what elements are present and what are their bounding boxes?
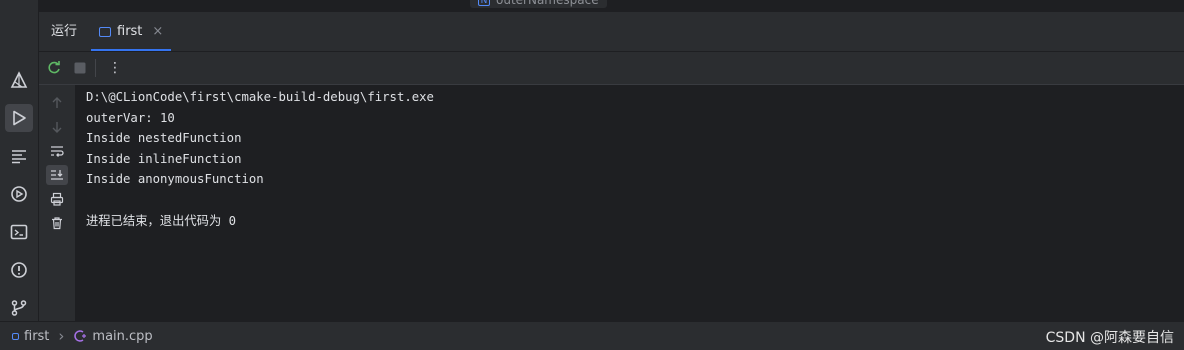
breadcrumb-file[interactable]: main.cpp <box>92 329 152 344</box>
cpp-file-icon <box>74 330 87 342</box>
terminal-icon[interactable] <box>5 218 33 246</box>
rerun-icon <box>48 61 60 74</box>
soft-wrap-icon <box>51 146 64 157</box>
structure-icon[interactable] <box>5 142 33 170</box>
console-line: outerVar: 10 <box>86 110 175 125</box>
project-icon <box>12 332 19 340</box>
services-icon[interactable] <box>5 180 33 208</box>
status-bar: first › main.cpp CSDN @阿森要自信 <box>0 321 1184 350</box>
namespace-breadcrumb[interactable]: N outerNamespace <box>470 0 607 8</box>
print-button[interactable] <box>46 189 68 209</box>
watermark: CSDN @阿森要自信 <box>1045 330 1174 346</box>
tab-label: first <box>117 24 143 39</box>
toolbar-separator <box>95 59 96 77</box>
more-icon: ⋮ <box>108 60 122 76</box>
close-icon[interactable]: × <box>152 24 163 39</box>
run-tool-icon[interactable] <box>5 104 33 132</box>
scroll-to-end-button[interactable] <box>46 165 68 185</box>
run-toolbar: ⋮ <box>39 52 1184 85</box>
print-icon <box>50 192 64 206</box>
console-line: Inside inlineFunction <box>86 151 242 166</box>
namespace-label: outerNamespace <box>496 0 599 7</box>
stop-button[interactable] <box>69 57 91 79</box>
run-panel-header: 运行 first × <box>39 12 1184 52</box>
down-arrow-icon <box>52 122 62 133</box>
tool-window-icons <box>0 60 38 332</box>
cmake-icon[interactable] <box>5 66 33 94</box>
rerun-button[interactable] <box>43 57 65 79</box>
console-line: Inside anonymousFunction <box>86 172 264 187</box>
breadcrumb-separator: › <box>58 327 65 345</box>
scroll-to-end-icon <box>51 170 63 180</box>
down-arrow-button[interactable] <box>46 117 68 137</box>
up-arrow-icon <box>52 97 62 108</box>
console-output[interactable]: D:\@CLionCode\first\cmake-build-debug\fi… <box>86 87 1174 231</box>
console-line: Inside nestedFunction <box>86 131 242 146</box>
console-gutter <box>39 85 75 321</box>
breadcrumb: first › main.cpp <box>12 327 153 345</box>
problems-icon[interactable] <box>5 256 33 284</box>
namespace-icon: N <box>478 0 490 6</box>
soft-wrap-button[interactable] <box>46 141 68 161</box>
tab-selected-indicator <box>91 49 172 51</box>
console-line: 进程已结束，退出代码为 0 <box>86 213 237 228</box>
console-line: D:\@CLionCode\first\cmake-build-debug\fi… <box>86 90 434 104</box>
up-arrow-button[interactable] <box>46 93 68 113</box>
tab-first[interactable]: first × <box>91 12 172 51</box>
console-tab-icon <box>99 26 111 37</box>
git-icon[interactable] <box>5 294 33 322</box>
stop-icon <box>74 62 86 74</box>
run-panel-title: 运行 <box>51 24 78 39</box>
clear-all-button[interactable] <box>46 213 68 233</box>
breadcrumb-project[interactable]: first <box>24 329 49 344</box>
more-options-button[interactable]: ⋮ <box>104 57 126 79</box>
trash-icon <box>52 217 62 230</box>
